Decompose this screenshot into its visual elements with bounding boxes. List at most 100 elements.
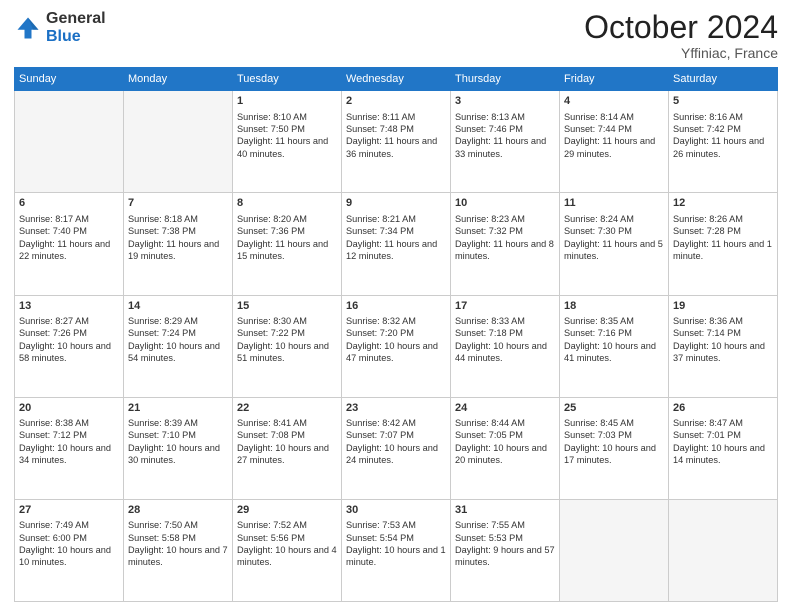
day-number: 25	[564, 401, 664, 416]
calendar-cell: 7 Sunrise: 8:18 AMSunset: 7:38 PMDaylight…	[124, 193, 233, 295]
calendar-cell: 31Sunrise: 7:55 AMSunset: 5:53 PMDayligh…	[451, 499, 560, 601]
day-number: 1	[237, 94, 337, 109]
calendar-cell: 4 Sunrise: 8:14 AMSunset: 7:44 PMDaylight…	[560, 91, 669, 193]
calendar-week-row: 27Sunrise: 7:49 AMSunset: 6:00 PMDayligh…	[15, 499, 778, 601]
cell-info: Sunrise: 8:10 AMSunset: 7:50 PMDaylight:…	[237, 111, 337, 161]
day-number: 27	[19, 503, 119, 518]
calendar-cell: 17Sunrise: 8:33 AMSunset: 7:18 PMDayligh…	[451, 295, 560, 397]
calendar-cell: 2Sunrise: 8:11 AMSunset: 7:48 PMDaylight…	[342, 91, 451, 193]
cell-info: Sunrise: 8:36 AMSunset: 7:14 PMDaylight:…	[673, 315, 773, 365]
day-number: 16	[346, 299, 446, 314]
calendar-cell: 13Sunrise: 8:27 AMSunset: 7:26 PMDayligh…	[15, 295, 124, 397]
calendar-cell: 30Sunrise: 7:53 AMSunset: 5:54 PMDayligh…	[342, 499, 451, 601]
calendar-cell	[669, 499, 778, 601]
weekday-header-monday: Monday	[124, 68, 233, 91]
cell-info: Sunrise: 7:55 AMSunset: 5:53 PMDaylight:…	[455, 519, 555, 569]
day-number: 21	[128, 401, 228, 416]
calendar-cell: 8Sunrise: 8:20 AMSunset: 7:36 PMDaylight…	[233, 193, 342, 295]
calendar-cell: 11 Sunrise: 8:24 AMSunset: 7:30 PMDayligh…	[560, 193, 669, 295]
logo: General Blue	[14, 10, 106, 45]
day-number: 10	[455, 196, 555, 211]
day-number: 17	[455, 299, 555, 314]
day-number: 22	[237, 401, 337, 416]
day-number: 15	[237, 299, 337, 314]
logo-general-text: General	[46, 10, 106, 28]
header: General Blue October 2024 Yffiniac, Fran…	[14, 10, 778, 61]
calendar-cell: 16Sunrise: 8:32 AMSunset: 7:20 PMDayligh…	[342, 295, 451, 397]
cell-info: Sunrise: 8:42 AMSunset: 7:07 PMDaylight:…	[346, 417, 446, 467]
month-title: October 2024	[584, 10, 778, 45]
day-number: 20	[19, 401, 119, 416]
location: Yffiniac, France	[584, 45, 778, 61]
cell-info: Sunrise: 8:18 AMSunset: 7:38 PMDaylight:…	[128, 213, 228, 263]
calendar-cell: 12 Sunrise: 8:26 AMSunset: 7:28 PMDayligh…	[669, 193, 778, 295]
day-number: 6	[19, 196, 119, 211]
day-number: 26	[673, 401, 773, 416]
cell-info: Sunrise: 8:33 AMSunset: 7:18 PMDaylight:…	[455, 315, 555, 365]
cell-info: Sunrise: 8:41 AMSunset: 7:08 PMDaylight:…	[237, 417, 337, 467]
cell-info: Sunrise: 8:29 AMSunset: 7:24 PMDaylight:…	[128, 315, 228, 365]
calendar-cell: 28Sunrise: 7:50 AMSunset: 5:58 PMDayligh…	[124, 499, 233, 601]
day-number: 28	[128, 503, 228, 518]
cell-info: Sunrise: 8:30 AMSunset: 7:22 PMDaylight:…	[237, 315, 337, 365]
cell-info: Sunrise: 8:39 AMSunset: 7:10 PMDaylight:…	[128, 417, 228, 467]
calendar-cell: 9 Sunrise: 8:21 AMSunset: 7:34 PMDaylight…	[342, 193, 451, 295]
day-number: 29	[237, 503, 337, 518]
cell-info: Sunrise: 8:26 AMSunset: 7:28 PMDaylight:…	[673, 213, 773, 263]
calendar-cell: 24Sunrise: 8:44 AMSunset: 7:05 PMDayligh…	[451, 397, 560, 499]
day-number: 11	[564, 196, 664, 211]
day-number: 4	[564, 94, 664, 109]
weekday-header-tuesday: Tuesday	[233, 68, 342, 91]
weekday-header-sunday: Sunday	[15, 68, 124, 91]
day-number: 2	[346, 94, 446, 109]
cell-info: Sunrise: 8:14 AMSunset: 7:44 PMDaylight:…	[564, 111, 664, 161]
calendar-cell: 1 Sunrise: 8:10 AMSunset: 7:50 PMDaylight…	[233, 91, 342, 193]
logo-icon	[14, 14, 42, 42]
calendar-week-row: 6 Sunrise: 8:17 AMSunset: 7:40 PMDaylight…	[15, 193, 778, 295]
cell-info: Sunrise: 7:50 AMSunset: 5:58 PMDaylight:…	[128, 519, 228, 569]
cell-info: Sunrise: 8:13 AMSunset: 7:46 PMDaylight:…	[455, 111, 555, 161]
calendar-cell: 10 Sunrise: 8:23 AMSunset: 7:32 PMDayligh…	[451, 193, 560, 295]
calendar-cell: 22Sunrise: 8:41 AMSunset: 7:08 PMDayligh…	[233, 397, 342, 499]
calendar-cell: 6 Sunrise: 8:17 AMSunset: 7:40 PMDaylight…	[15, 193, 124, 295]
calendar-cell: 21Sunrise: 8:39 AMSunset: 7:10 PMDayligh…	[124, 397, 233, 499]
cell-info: Sunrise: 8:23 AMSunset: 7:32 PMDaylight:…	[455, 213, 555, 263]
cell-info: Sunrise: 8:38 AMSunset: 7:12 PMDaylight:…	[19, 417, 119, 467]
logo-blue-text: Blue	[46, 28, 106, 46]
calendar-cell	[15, 91, 124, 193]
cell-info: Sunrise: 8:27 AMSunset: 7:26 PMDaylight:…	[19, 315, 119, 365]
day-number: 30	[346, 503, 446, 518]
calendar-cell: 26Sunrise: 8:47 AMSunset: 7:01 PMDayligh…	[669, 397, 778, 499]
cell-info: Sunrise: 8:17 AMSunset: 7:40 PMDaylight:…	[19, 213, 119, 263]
day-number: 14	[128, 299, 228, 314]
calendar-cell: 19Sunrise: 8:36 AMSunset: 7:14 PMDayligh…	[669, 295, 778, 397]
cell-info: Sunrise: 7:52 AMSunset: 5:56 PMDaylight:…	[237, 519, 337, 569]
day-number: 31	[455, 503, 555, 518]
calendar-week-row: 20Sunrise: 8:38 AMSunset: 7:12 PMDayligh…	[15, 397, 778, 499]
day-number: 3	[455, 94, 555, 109]
title-block: October 2024 Yffiniac, France	[584, 10, 778, 61]
weekday-header-saturday: Saturday	[669, 68, 778, 91]
calendar-cell: 5Sunrise: 8:16 AMSunset: 7:42 PMDaylight…	[669, 91, 778, 193]
calendar-week-row: 13Sunrise: 8:27 AMSunset: 7:26 PMDayligh…	[15, 295, 778, 397]
day-number: 5	[673, 94, 773, 109]
calendar-cell: 14Sunrise: 8:29 AMSunset: 7:24 PMDayligh…	[124, 295, 233, 397]
day-number: 12	[673, 196, 773, 211]
calendar-cell: 29Sunrise: 7:52 AMSunset: 5:56 PMDayligh…	[233, 499, 342, 601]
weekday-header-wednesday: Wednesday	[342, 68, 451, 91]
weekday-header-friday: Friday	[560, 68, 669, 91]
day-number: 13	[19, 299, 119, 314]
calendar-cell: 18Sunrise: 8:35 AMSunset: 7:16 PMDayligh…	[560, 295, 669, 397]
day-number: 7	[128, 196, 228, 211]
day-number: 9	[346, 196, 446, 211]
cell-info: Sunrise: 8:47 AMSunset: 7:01 PMDaylight:…	[673, 417, 773, 467]
logo-text: General Blue	[46, 10, 106, 45]
cell-info: Sunrise: 8:45 AMSunset: 7:03 PMDaylight:…	[564, 417, 664, 467]
day-number: 24	[455, 401, 555, 416]
cell-info: Sunrise: 8:35 AMSunset: 7:16 PMDaylight:…	[564, 315, 664, 365]
calendar-cell: 23Sunrise: 8:42 AMSunset: 7:07 PMDayligh…	[342, 397, 451, 499]
calendar-cell	[124, 91, 233, 193]
cell-info: Sunrise: 8:24 AMSunset: 7:30 PMDaylight:…	[564, 213, 664, 263]
cell-info: Sunrise: 8:21 AMSunset: 7:34 PMDaylight:…	[346, 213, 446, 263]
day-number: 8	[237, 196, 337, 211]
